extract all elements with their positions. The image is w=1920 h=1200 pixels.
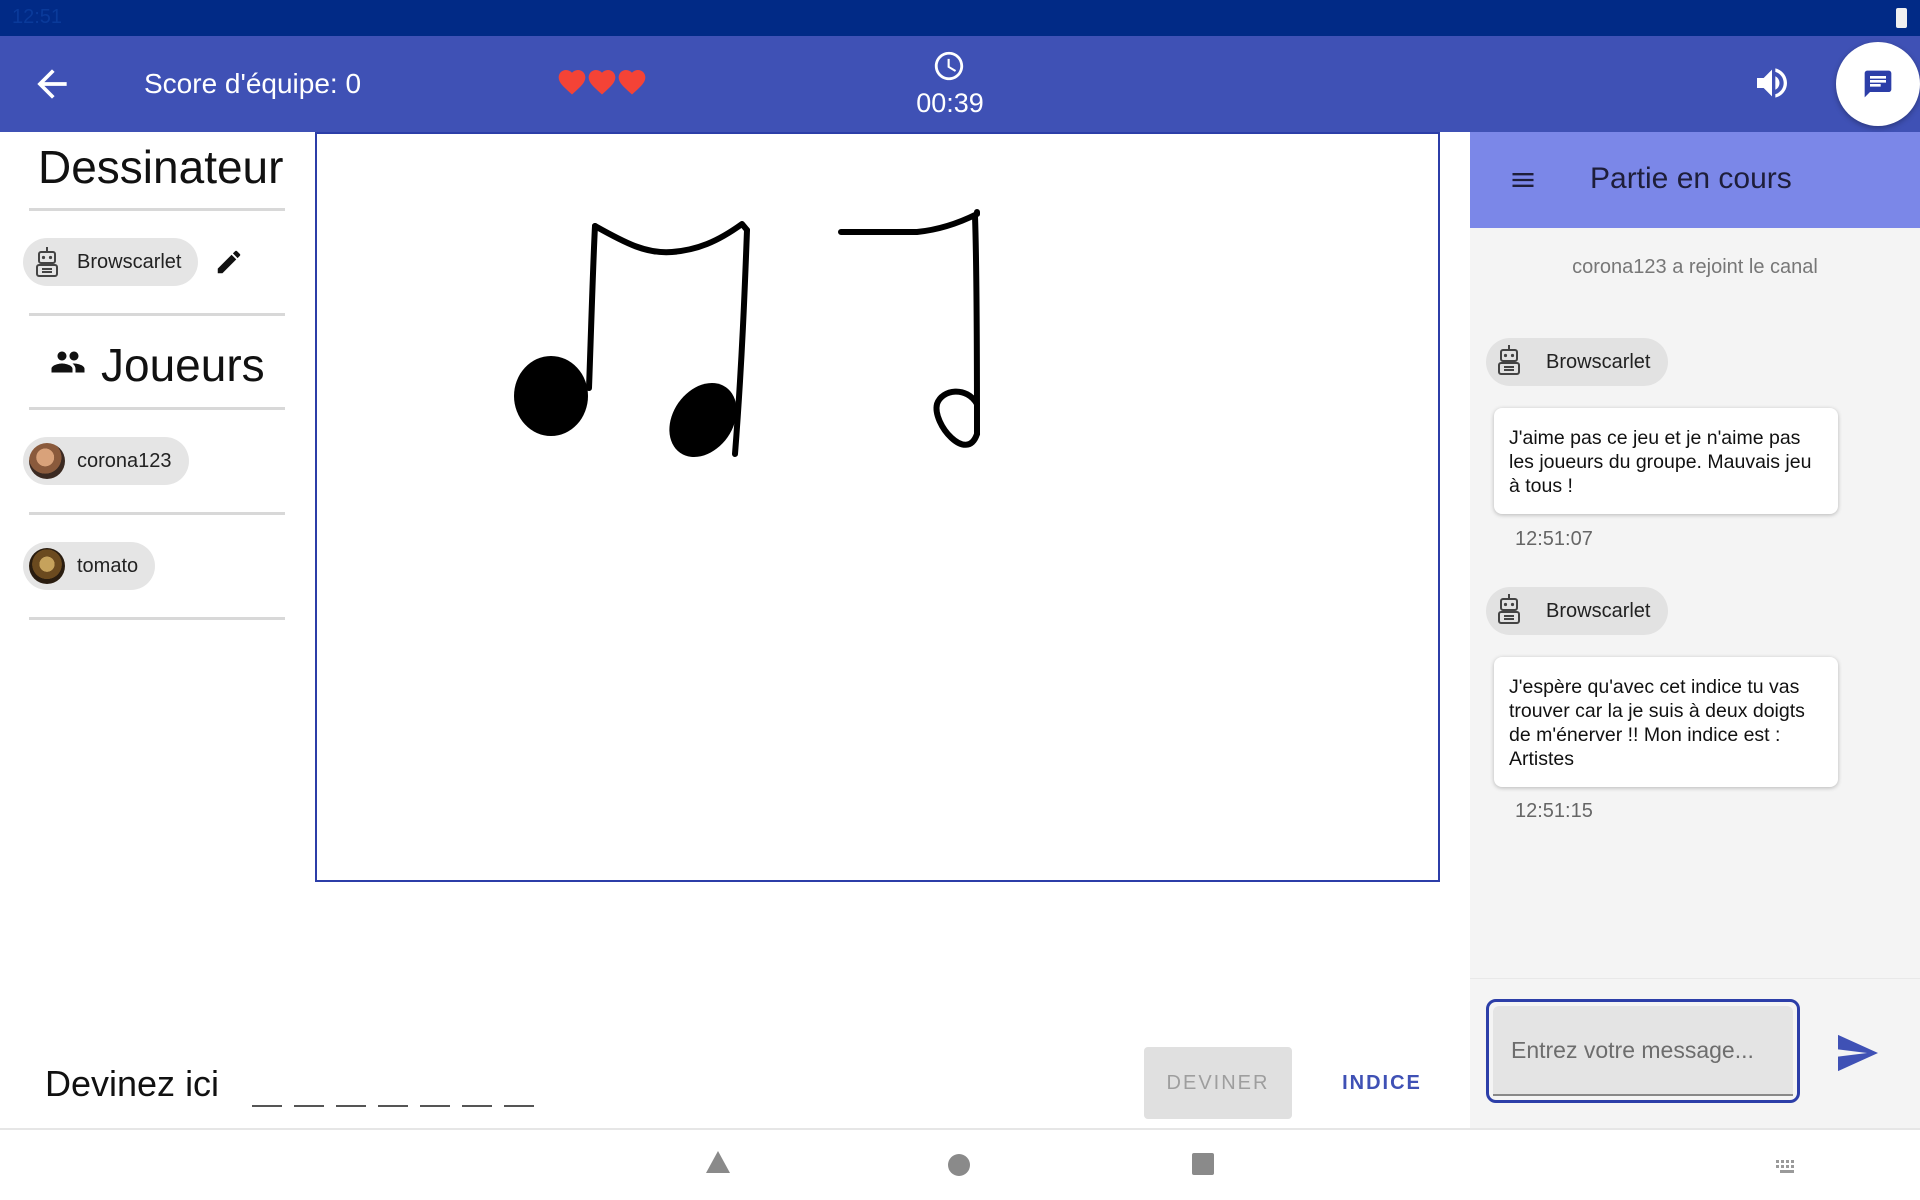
pencil-icon [217,250,241,274]
message-author-chip: Browscarlet [1486,587,1669,635]
message-input[interactable]: Entrez votre message... [1486,999,1800,1103]
drawer-chip: Browscarlet [23,238,199,286]
send-icon [1838,1034,1878,1072]
menu-icon[interactable] [1508,166,1538,194]
drawing-canvas[interactable] [315,132,1440,882]
letter-blank [378,1105,408,1107]
player-name: corona123 [77,449,172,472]
players-panel: Dessinateur Browscarlet Joueurs corona12… [0,132,300,1122]
chat-icon [1864,70,1892,98]
battery-icon [1896,8,1907,28]
heart-icon [618,70,646,95]
status-bar: 12:51 [0,0,1920,36]
message-time: 12:51:15 [1515,800,1593,822]
nav-recents-icon[interactable] [1192,1153,1214,1175]
divider [29,512,285,515]
divider [29,313,285,316]
hint-button[interactable]: INDICE [1322,1047,1442,1119]
players-heading: Joueurs [101,339,265,391]
robot-icon [29,244,65,280]
message-composer: Entrez votre message... [1470,978,1920,1130]
sound-toggle-button[interactable] [1752,63,1792,103]
keyboard-icon[interactable] [1776,1160,1798,1174]
message-input-placeholder[interactable]: Entrez votre message... [1493,1006,1793,1096]
message-author: Browscarlet [1546,350,1651,373]
heart-icon [588,70,616,95]
chat-toggle-button[interactable] [1836,42,1920,126]
volume-icon [1757,68,1787,98]
heart-icon [558,70,586,95]
back-button[interactable] [30,62,74,106]
message-time: 12:51:07 [1515,528,1593,550]
avatar [29,548,65,584]
message-author-chip: Browscarlet [1486,338,1669,386]
arrow-back-icon [37,69,67,99]
letter-blank [420,1105,450,1107]
divider [29,617,285,620]
drawer-heading: Dessinateur [38,141,284,193]
music-notes-drawing [514,209,980,458]
letter-blank [294,1105,324,1107]
player-chip: tomato [23,542,156,590]
letter-blank [462,1105,492,1107]
chat-title: Partie en cours [1590,162,1792,195]
clock-icon [934,51,964,81]
robot-icon [1494,593,1530,629]
player-name: tomato [77,554,139,577]
guess-button[interactable]: DEVINER [1144,1047,1292,1119]
avatar [29,443,65,479]
nav-back-icon[interactable] [705,1149,731,1175]
app-bar: Score d'équipe: 0 00:39 [0,36,1920,132]
status-time: 12:51 [12,6,63,28]
letter-blank [504,1105,534,1107]
round-timer: 00:39 [916,88,984,118]
send-button[interactable] [1836,1033,1880,1073]
letter-blank [252,1105,282,1107]
drawer-name: Browscarlet [77,250,182,273]
system-message: corona123 a rejoint le canal [1572,256,1818,278]
robot-icon [1494,344,1530,380]
chat-header: Partie en cours [1470,132,1920,228]
team-score: Score d'équipe: 0 [144,68,362,99]
divider [29,208,285,211]
guess-label: Devinez ici [45,1063,220,1104]
message-bubble: J'aime pas ce jeu et je n'aime pas les j… [1494,408,1838,514]
lives-indicator [556,66,648,100]
chat-panel: Partie en cours corona123 a rejoint le c… [1470,132,1920,1130]
divider [29,407,285,410]
player-chip: corona123 [23,437,189,485]
system-nav-bar [0,1128,1920,1200]
group-icon [51,351,85,373]
message-bubble: J'espère qu'avec cet indice tu vas trouv… [1494,657,1838,787]
message-author: Browscarlet [1546,599,1651,622]
letter-blank [336,1105,366,1107]
nav-home-icon[interactable] [948,1154,970,1176]
word-blanks [252,1085,534,1107]
